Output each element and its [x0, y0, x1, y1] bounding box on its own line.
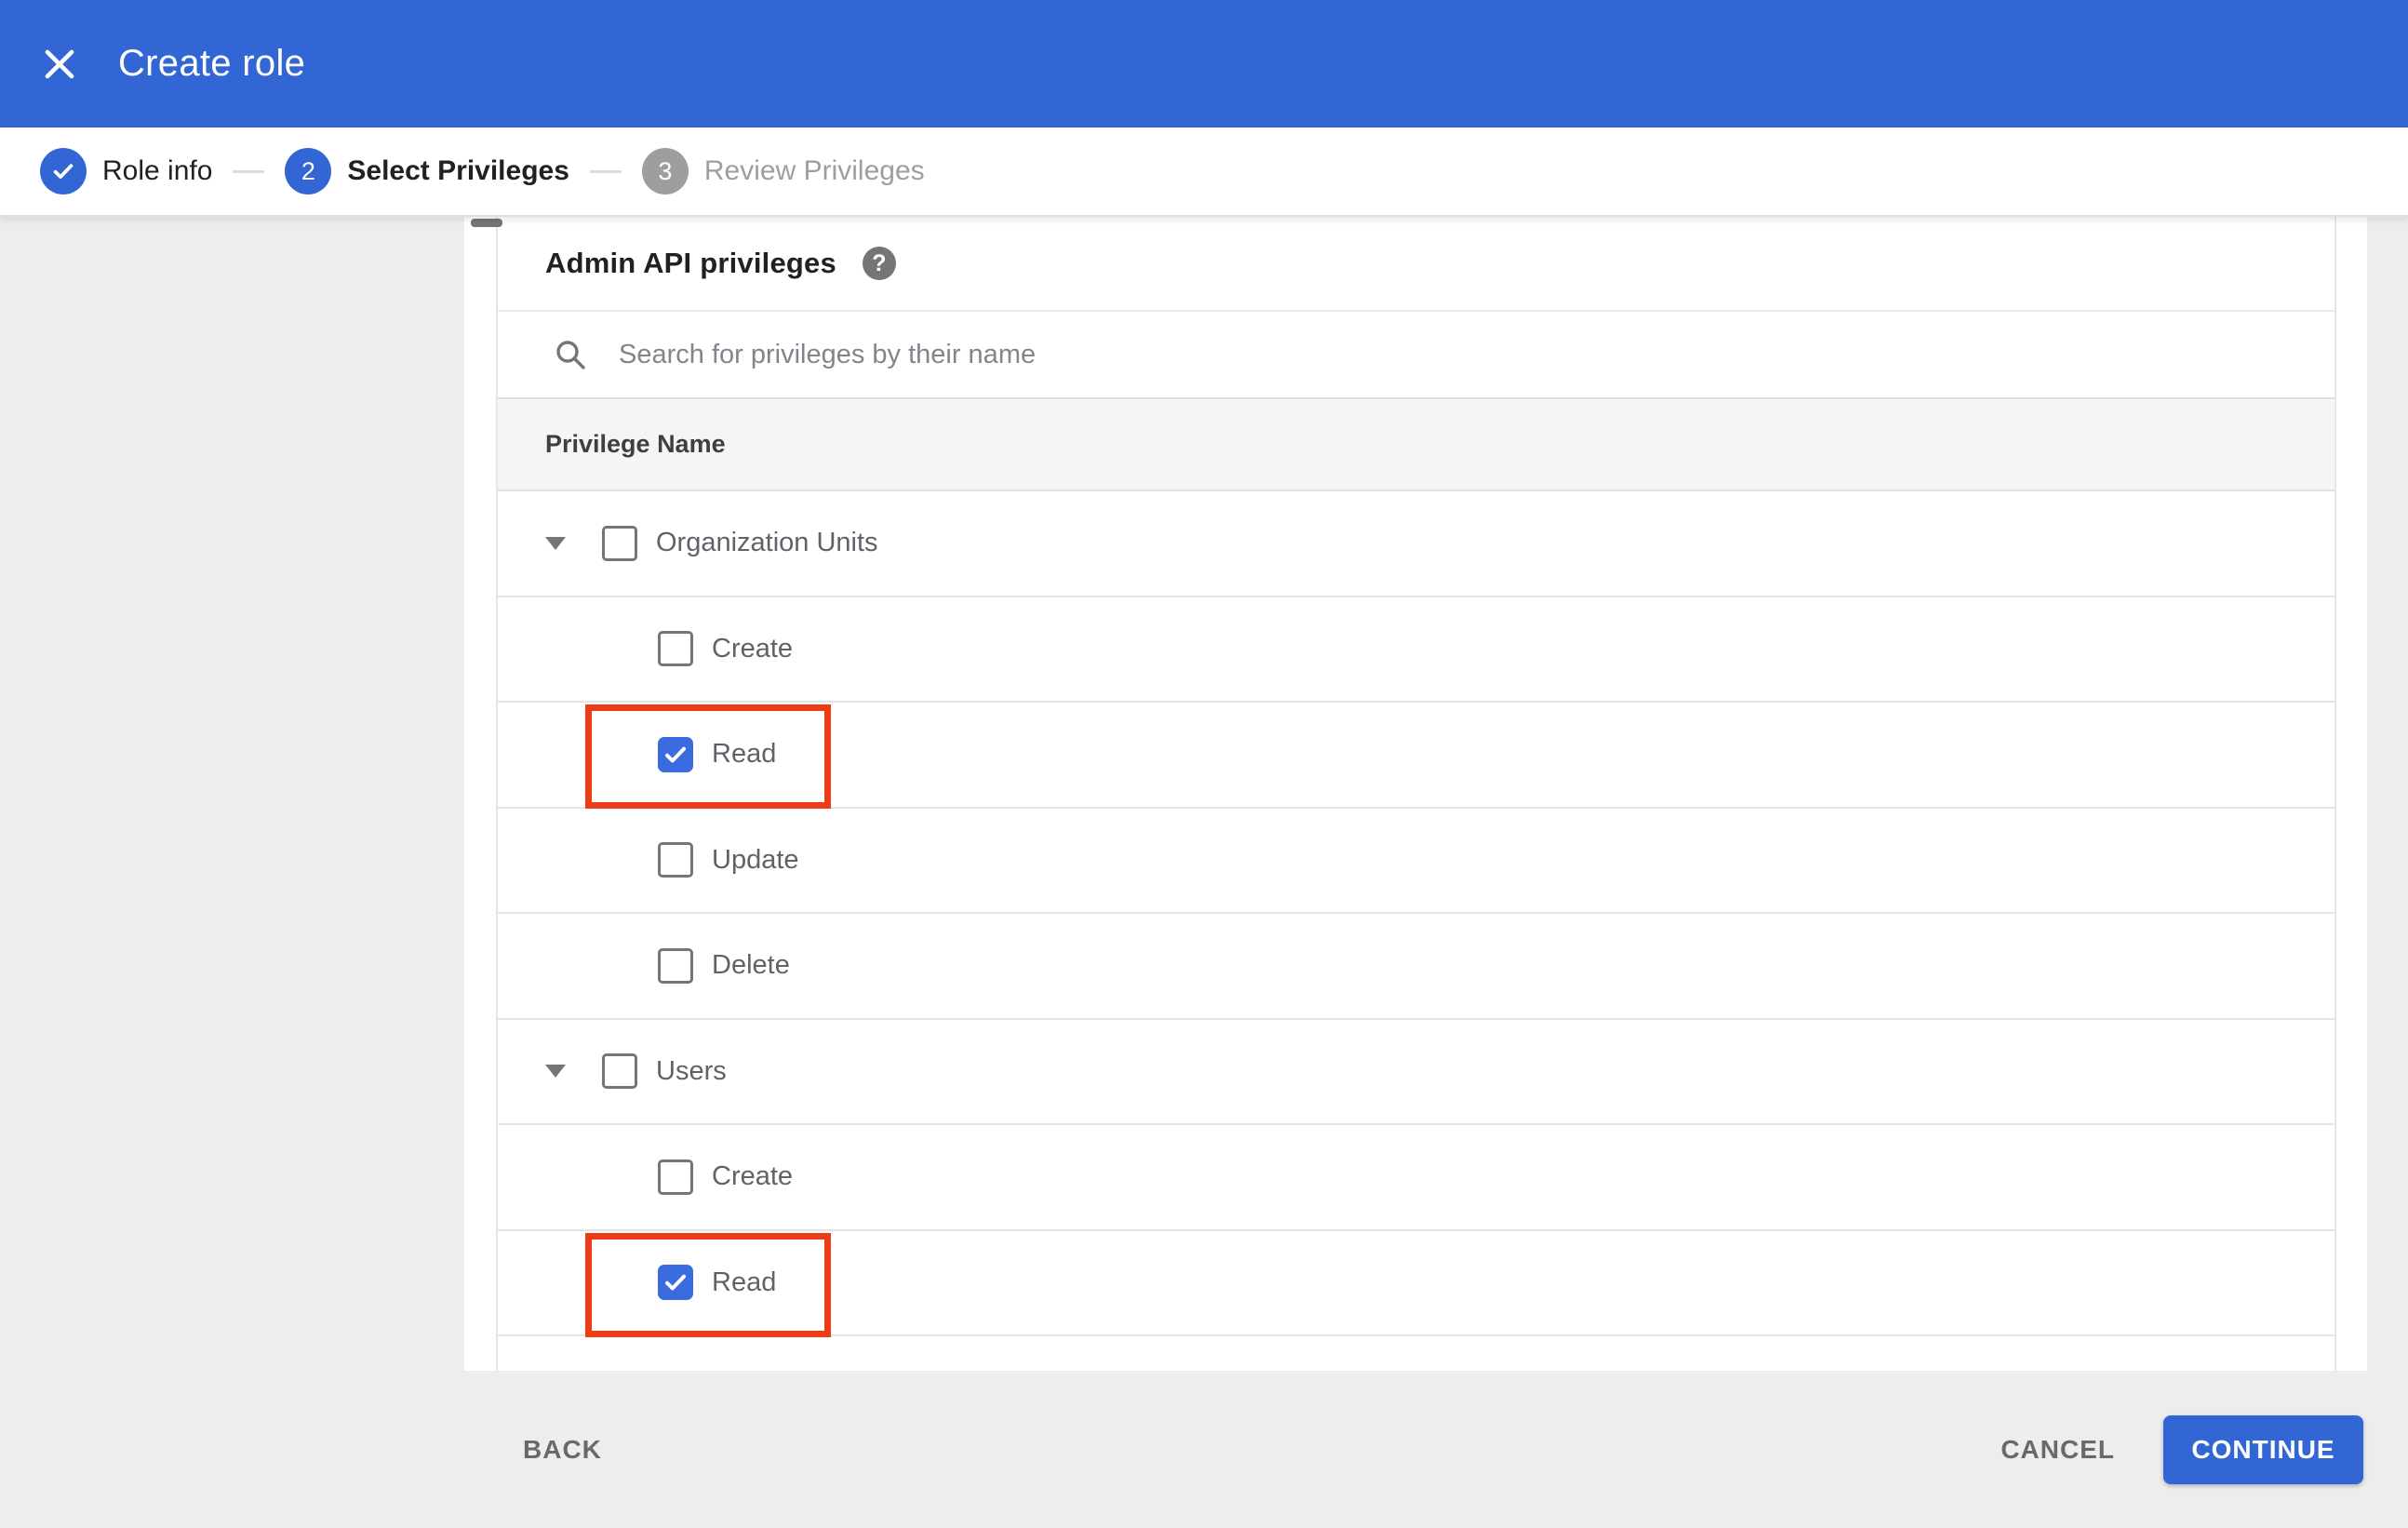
panel-title-row: Admin API privileges ? [498, 217, 2334, 312]
privilege-label: Read [712, 739, 777, 770]
privilege-label: Read [712, 1267, 777, 1297]
help-icon[interactable]: ? [862, 247, 896, 280]
privilege-group-row-organization-units: Organization Units [498, 491, 2334, 597]
dialog-title: Create role [118, 43, 306, 84]
privilege-label: Delete [712, 950, 790, 981]
checkbox-unchecked[interactable] [602, 1053, 637, 1090]
left-backdrop [0, 217, 464, 1528]
expand-arrow-icon[interactable] [545, 536, 566, 550]
privileges-search-input[interactable] [617, 338, 2013, 371]
scrollbar-thumb[interactable] [471, 219, 502, 227]
search-icon [556, 341, 585, 369]
panel-title: Admin API privileges [545, 247, 836, 279]
privilege-row-organization-units-delete: Delete [498, 914, 2334, 1020]
step-label: Review Privileges [703, 155, 925, 186]
privilege-group-label: Users [656, 1055, 727, 1086]
right-backdrop [2367, 217, 2408, 1528]
privilege-row-organization-units-read: Read [498, 703, 2334, 809]
check-icon [40, 148, 87, 194]
expand-arrow-icon[interactable] [545, 1065, 566, 1079]
privilege-row-organization-units-update: Update [498, 809, 2334, 914]
step-review-privileges[interactable]: 3 Review Privileges [641, 148, 925, 194]
close-button[interactable] [37, 42, 82, 87]
privilege-label: Create [712, 1161, 794, 1192]
footer: BACK CANCEL CONTINUE [0, 1371, 2408, 1528]
column-privilege-name: Privilege Name [545, 430, 726, 458]
stepper: Role info 2 Select Privileges 3 Review Privi… [0, 127, 2408, 217]
step-connector [589, 169, 622, 173]
privilege-label: Update [712, 844, 799, 875]
annotation-box [585, 1232, 831, 1337]
step-number: 2 [285, 148, 332, 194]
checkbox-unchecked[interactable] [658, 947, 693, 984]
cancel-button[interactable]: CANCEL [1978, 1418, 2137, 1481]
close-icon [45, 49, 74, 78]
checkbox-checked[interactable] [658, 736, 693, 772]
back-button[interactable]: BACK [501, 1418, 624, 1481]
step-select-privileges[interactable]: 2 Select Privileges [285, 148, 569, 194]
privilege-label: Create [712, 633, 794, 663]
annotation-box [585, 704, 831, 809]
privilege-row-partial [498, 1336, 2334, 1369]
step-label: Select Privileges [347, 155, 569, 186]
step-label: Role info [102, 155, 213, 186]
privilege-row-organization-units-create: Create [498, 597, 2334, 703]
step-connector [233, 169, 265, 173]
step-role-info[interactable]: Role info [40, 148, 212, 194]
privilege-row-users-read: Read [498, 1231, 2334, 1337]
footer-actions: CANCEL CONTINUE [1978, 1414, 2363, 1484]
checkbox-unchecked[interactable] [658, 842, 693, 878]
privileges-table: Organization Units Create Read Update Delete… [498, 491, 2334, 1337]
privileges-panel: Admin API privileges ? Privilege Name Or… [496, 217, 2336, 1371]
search-bar [498, 312, 2334, 399]
checkbox-unchecked[interactable] [658, 1159, 693, 1195]
privilege-group-row-users: Users [498, 1020, 2334, 1125]
step-number: 3 [641, 148, 689, 194]
app-bar: Create role [0, 0, 2408, 127]
privilege-row-users-create: Create [498, 1125, 2334, 1231]
table-header: Privilege Name [498, 399, 2334, 491]
continue-button[interactable]: CONTINUE [2163, 1414, 2363, 1484]
checkbox-unchecked[interactable] [602, 525, 637, 561]
privilege-group-label: Organization Units [656, 528, 878, 558]
checkbox-unchecked[interactable] [658, 631, 693, 667]
checkbox-checked[interactable] [658, 1265, 693, 1301]
